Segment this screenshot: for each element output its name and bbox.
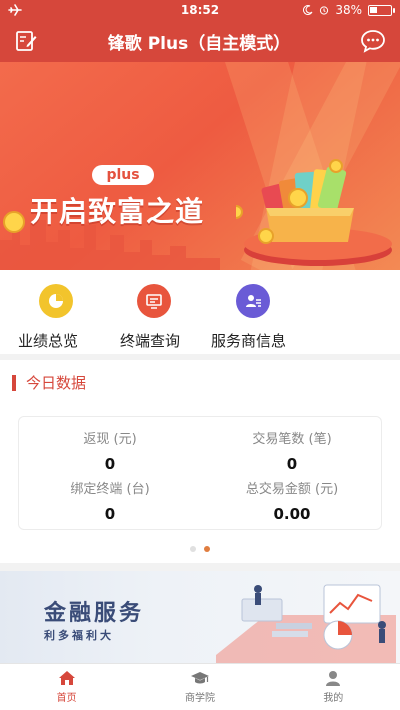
pie-chart-icon: [39, 284, 73, 318]
gift-box-illustration: [236, 159, 392, 266]
app-header: 18:52 38% 锋歌 Plus（自主模式）: [0, 0, 400, 62]
stat-value: 0: [286, 455, 298, 473]
message-icon[interactable]: [360, 29, 386, 53]
stat-value: 0: [104, 505, 116, 523]
status-bar: 18:52 38%: [0, 0, 400, 20]
menu-label: 终端查询: [120, 332, 181, 350]
status-time: 18:52: [180, 3, 220, 17]
edit-note-icon[interactable]: [14, 29, 38, 53]
stat-value: 0.00: [273, 505, 311, 523]
tab-label: 我的: [323, 693, 344, 704]
profile-icon: [326, 671, 341, 686]
home-icon: [58, 671, 75, 685]
pager-dot[interactable]: [190, 546, 196, 552]
stat-label: 返现 (元): [83, 432, 137, 447]
promo-banner[interactable]: plus 开启致富之道: [0, 62, 400, 270]
tab-profile[interactable]: 我的: [267, 664, 400, 710]
menu-label: 服务商信息: [211, 332, 287, 350]
finance-subtitle: 利多福利大: [44, 629, 114, 642]
tab-home[interactable]: 首页: [0, 664, 133, 710]
graduation-cap-icon: [190, 672, 209, 684]
user-info-icon: [235, 284, 270, 318]
gold-coin-icon: [3, 211, 25, 233]
stat-label: 交易笔数 (笔): [252, 432, 332, 447]
moon-icon: [303, 5, 313, 15]
today-data-section: 今日数据 返现 (元) 0 交易笔数 (笔) 0 绑定终端 (台) 0 总交易金…: [0, 360, 400, 563]
finance-illustration: [216, 584, 396, 663]
bottom-tab-bar: 首页 商学院 我的: [0, 663, 400, 710]
stat-label: 绑定终端 (台): [70, 482, 150, 497]
stat-cashback: 返现 (元) 0: [19, 428, 201, 473]
tab-label: 首页: [56, 693, 77, 704]
stat-value: 0: [104, 455, 116, 473]
menu-label: 业绩总览: [18, 332, 79, 350]
page-title: 锋歌 Plus（自主模式）: [107, 33, 291, 54]
menu-item-provider[interactable]: 服务商信息: [211, 284, 286, 351]
section-marker: [12, 374, 16, 391]
pager-dots: [0, 546, 400, 552]
section-title-text: 今日数据: [26, 374, 87, 392]
plus-tag: plus: [92, 165, 154, 185]
menu-item-performance[interactable]: 业绩总览: [18, 284, 78, 351]
finance-title: 金融服务: [44, 601, 145, 626]
airplane-mode-icon: [8, 4, 22, 16]
section-title: 今日数据: [12, 372, 86, 393]
stat-transactions: 交易笔数 (笔) 0: [201, 428, 383, 473]
finance-service-banner[interactable]: 金融服务 利多福利大: [0, 571, 400, 663]
stat-total-amount: 总交易金额 (元) 0.00: [201, 478, 383, 523]
stats-card: 返现 (元) 0 交易笔数 (笔) 0 绑定终端 (台) 0 总交易金额 (元)…: [18, 416, 382, 530]
battery-percent: 38%: [335, 3, 362, 17]
tab-label: 商学院: [184, 693, 215, 704]
tab-academy[interactable]: 商学院: [133, 664, 266, 710]
battery-fill: [369, 6, 377, 13]
alarm-icon: [320, 6, 329, 15]
menu-item-terminal[interactable]: 终端查询: [120, 284, 180, 351]
banner-title: 开启致富之道: [30, 195, 205, 228]
quick-menu: 业绩总览 终端查询 服务商信息: [0, 270, 400, 354]
battery-icon: [367, 4, 395, 16]
terminal-device-icon: [137, 284, 171, 318]
pager-dot-active[interactable]: [204, 546, 210, 552]
stat-label: 总交易金额 (元): [245, 482, 339, 497]
stat-bound-terminals: 绑定终端 (台) 0: [19, 478, 201, 523]
